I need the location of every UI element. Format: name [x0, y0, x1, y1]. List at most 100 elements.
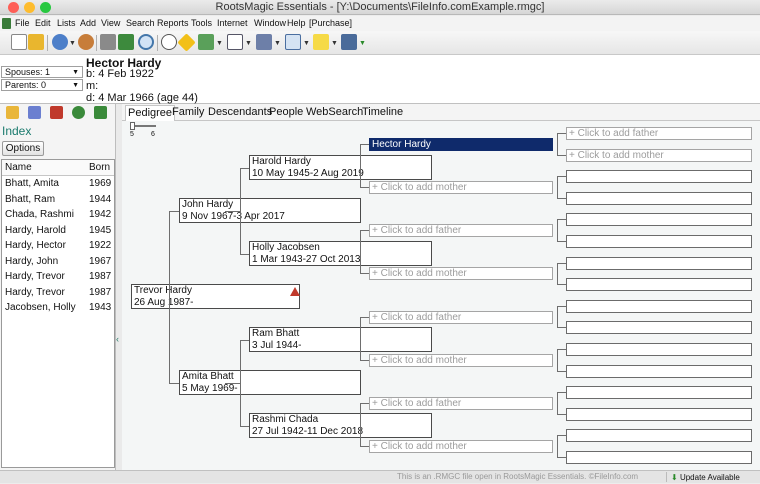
menu-reports[interactable]: Reports [157, 16, 189, 31]
pedigree-gen5-box[interactable] [566, 235, 752, 248]
open-folder-icon[interactable] [28, 34, 44, 50]
index-row-name[interactable]: Chada, Rashmi [5, 209, 74, 221]
close-window-icon[interactable] [8, 2, 19, 13]
tree-icon[interactable] [161, 34, 177, 50]
born-column-header[interactable]: Born [89, 162, 110, 174]
history-tab-icon[interactable] [72, 106, 85, 119]
chevron-down-icon[interactable]: ▼ [69, 40, 76, 47]
people-tab-icon[interactable] [6, 106, 19, 119]
menu-window[interactable]: Window [254, 16, 286, 31]
index-row-born[interactable]: 1944 [89, 194, 111, 206]
index-row-born[interactable]: 1969 [89, 178, 111, 190]
person-box-grandparent[interactable]: Harold Hardy 10 May 1945-2 Aug 2019 [249, 155, 432, 180]
pedigree-gen5-box[interactable] [566, 321, 752, 335]
chevron-down-icon[interactable]: ▼ [216, 40, 223, 47]
report-icon[interactable] [227, 34, 243, 50]
index-list[interactable]: Name Born Bhatt, Amita 1969 Bhatt, Ram 1944… [1, 159, 115, 468]
tab-timeline[interactable]: Timeline [360, 105, 405, 120]
tab-pedigree[interactable]: Pedigree [125, 105, 176, 121]
tab-descendants[interactable]: Descendants [206, 105, 274, 120]
pedigree-gen4-box[interactable]: Hector Hardy [369, 138, 553, 151]
pedigree-gen5-box[interactable] [566, 170, 752, 184]
pedigree-gen5-box[interactable] [566, 191, 752, 205]
index-row-name[interactable]: Hardy, Hector [5, 240, 66, 252]
generation-slider-thumb[interactable] [130, 122, 135, 130]
new-file-icon[interactable] [11, 34, 27, 50]
index-row-born[interactable]: 1967 [89, 256, 111, 268]
index-row-born[interactable]: 1987 [89, 287, 111, 299]
menu-edit[interactable]: Edit [35, 16, 51, 31]
pedigree-gen5-box[interactable] [566, 386, 752, 400]
index-row-name[interactable]: Hardy, Trevor [5, 287, 65, 299]
bookmarks-tab-icon[interactable] [50, 106, 63, 119]
tab-family[interactable]: Family [170, 105, 206, 120]
pedigree-gen5-box[interactable] [566, 451, 752, 464]
index-row-born[interactable]: 1922 [89, 240, 111, 252]
pedigree-gen4-box[interactable]: + Click to add mother [369, 267, 553, 280]
index-row-name[interactable]: Hardy, Harold [5, 225, 66, 237]
menu-tools[interactable]: Tools [191, 16, 212, 31]
search-icon[interactable] [138, 34, 154, 50]
print-icon[interactable] [100, 34, 116, 50]
menu-purchase[interactable]: [Purchase] [309, 16, 352, 31]
pedigree-gen5-box[interactable] [566, 256, 752, 270]
collapse-arrow-icon[interactable]: ‹ [116, 334, 119, 344]
warning-icon[interactable] [290, 287, 300, 296]
chevron-down-icon[interactable]: ▼ [331, 40, 338, 47]
minimize-window-icon[interactable] [24, 2, 35, 13]
pedigree-gen4-box[interactable]: + Click to add father [369, 224, 553, 237]
pedigree-gen5-box[interactable] [566, 213, 752, 227]
menu-help[interactable]: Help [287, 16, 306, 31]
name-column-header[interactable]: Name [5, 162, 32, 174]
notes-icon[interactable] [313, 34, 329, 50]
zoom-window-icon[interactable] [40, 2, 51, 13]
navigation-sign-icon[interactable] [177, 33, 196, 52]
pedigree-gen4-box[interactable]: + Click to add father [369, 397, 553, 410]
pedigree-gen4-box[interactable]: + Click to add mother [369, 354, 553, 367]
publish-icon[interactable] [256, 34, 272, 50]
options-button[interactable]: Options [2, 141, 44, 156]
pedigree-gen5-box[interactable]: + Click to add father [566, 127, 752, 140]
pedigree-gen4-box[interactable]: + Click to add mother [369, 181, 553, 194]
chevron-down-icon[interactable]: ▼ [303, 40, 310, 47]
person-box-grandparent[interactable]: Holly Jacobsen 1 Mar 1943-27 Oct 2013 [249, 241, 432, 266]
index-row-born[interactable]: 1987 [89, 271, 111, 283]
index-row-born[interactable]: 1945 [89, 225, 111, 237]
exit-door-icon[interactable] [341, 34, 357, 50]
chevron-down-icon[interactable]: ▼ [245, 40, 252, 47]
menu-lists[interactable]: Lists [57, 16, 76, 31]
pedigree-gen4-box[interactable]: + Click to add mother [369, 440, 553, 453]
pedigree-gen5-box[interactable] [566, 407, 752, 421]
pedigree-gen5-box[interactable] [566, 278, 752, 292]
index-row-name[interactable]: Bhatt, Amita [5, 178, 59, 190]
families-tab-icon[interactable] [28, 106, 41, 119]
pedigree-gen5-box[interactable]: + Click to add mother [566, 148, 752, 162]
spouses-select[interactable]: Spouses: 1 ▼ [1, 66, 83, 78]
menu-search[interactable]: Search [126, 16, 155, 31]
menu-view[interactable]: View [101, 16, 120, 31]
person-box-mother[interactable]: Amita Bhatt 5 May 1969- [179, 370, 361, 395]
person-box-root[interactable]: Trevor Hardy 26 Aug 1987- [131, 284, 300, 309]
books-icon[interactable] [118, 34, 134, 50]
index-row-name[interactable]: Hardy, Trevor [5, 271, 65, 283]
index-row-born[interactable]: 1942 [89, 209, 111, 221]
edit-person-icon[interactable] [78, 34, 94, 50]
tab-people[interactable]: People [267, 105, 305, 120]
menu-add[interactable]: Add [80, 16, 96, 31]
parents-select[interactable]: Parents: 0 ▼ [1, 79, 83, 91]
app-icon[interactable] [2, 18, 11, 29]
person-box-grandparent[interactable]: Rashmi Chada 27 Jul 1942-11 Dec 2018 [249, 413, 432, 438]
pedigree-gen5-box[interactable] [566, 299, 752, 313]
map-icon[interactable] [198, 34, 214, 50]
index-row-name[interactable]: Bhatt, Ram [5, 194, 55, 206]
pedigree-gen5-box[interactable] [566, 343, 752, 356]
groups-tab-icon[interactable] [94, 106, 107, 119]
menu-internet[interactable]: Internet [217, 16, 248, 31]
person-box-father[interactable]: John Hardy 9 Nov 1967-3 Apr 2017 [179, 198, 361, 223]
chevron-down-icon[interactable]: ▼ [274, 40, 281, 47]
window-icon[interactable] [285, 34, 301, 50]
index-row-born[interactable]: 1943 [89, 302, 111, 314]
add-person-icon[interactable] [52, 34, 68, 50]
index-row-name[interactable]: Hardy, John [5, 256, 58, 268]
pedigree-gen5-box[interactable] [566, 364, 752, 378]
